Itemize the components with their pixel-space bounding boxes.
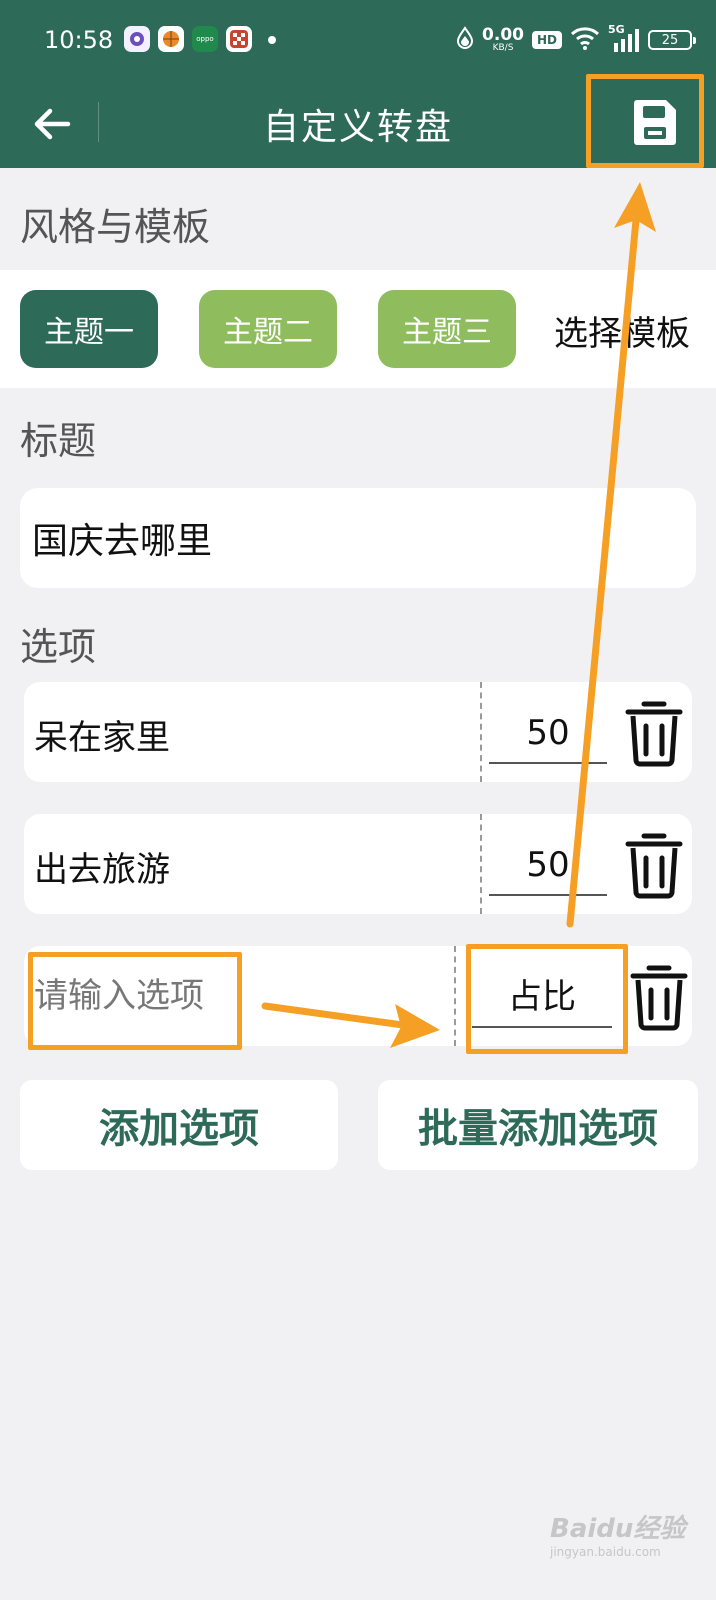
trash-icon — [625, 701, 683, 767]
option-row-divider — [480, 814, 482, 914]
network-speed: 0.00 KB/S — [482, 27, 524, 53]
basketball-app-icon — [158, 26, 184, 52]
option-row-divider — [480, 682, 482, 782]
status-indicators: 0.00 KB/S HD 5G 25 — [456, 22, 696, 58]
theme-selector: 主题一 主题二 主题三 选择模板 — [0, 270, 716, 388]
add-option-button[interactable]: 添加选项 — [20, 1080, 338, 1170]
theme-two-button[interactable]: 主题二 — [199, 290, 337, 368]
status-time: 10:58 — [44, 26, 114, 54]
option-name[interactable]: 呆在家里 — [34, 710, 170, 759]
baidu-jingyan-watermark: Baidu经验 jingyan.baidu.com — [550, 1508, 685, 1559]
option-row-divider — [454, 946, 456, 1046]
battery-indicator: 25 — [648, 30, 696, 50]
select-template-link[interactable]: 选择模板 — [554, 306, 690, 355]
new-option-row — [24, 946, 692, 1046]
theme-three-button[interactable]: 主题三 — [378, 290, 516, 368]
new-option-weight-input[interactable] — [472, 968, 612, 1028]
trash-icon — [625, 833, 683, 899]
delete-option-button[interactable] — [624, 696, 684, 768]
style-section-label: 风格与模板 — [20, 205, 211, 249]
cellular-signal-icon: 5G — [608, 23, 640, 53]
more-notifications-dot — [268, 36, 276, 44]
theme-one-button[interactable]: 主题一 — [20, 290, 158, 368]
trash-icon — [630, 965, 688, 1031]
option-weight-input[interactable] — [489, 704, 607, 764]
oppo-app-icon: oppo — [192, 26, 218, 52]
wifi-icon — [570, 26, 600, 54]
browser-app-icon — [124, 26, 150, 52]
delete-option-button[interactable] — [624, 828, 684, 900]
game-app-icon — [226, 26, 252, 52]
title-input[interactable] — [20, 488, 696, 588]
hd-voice-badge: HD — [531, 31, 562, 49]
options-section-label: 选项 — [20, 625, 97, 669]
title-section-label: 标题 — [20, 419, 97, 463]
app-bar: 自定义转盘 — [0, 80, 716, 168]
page-title: 自定义转盘 — [262, 107, 453, 148]
data-saver-icon — [456, 26, 474, 54]
save-button[interactable] — [630, 96, 680, 148]
watermark-url: jingyan.baidu.com — [550, 1545, 661, 1559]
batch-add-option-button[interactable]: 批量添加选项 — [378, 1080, 698, 1170]
new-option-name-input[interactable] — [34, 966, 434, 1026]
save-floppy-icon — [634, 100, 676, 145]
network-speed-value: 0.00 — [482, 25, 524, 45]
status-bar: 10:58 oppo 0.00 KB/S HD 5G 25 — [0, 0, 716, 80]
option-weight-input[interactable] — [489, 836, 607, 896]
delete-option-button[interactable] — [629, 960, 689, 1032]
watermark-logo: Baidu经验 — [550, 1514, 686, 1544]
network-speed-unit: KB/S — [492, 43, 514, 53]
option-row: 呆在家里 — [24, 682, 692, 782]
option-row: 出去旅游 — [24, 814, 692, 914]
option-name[interactable]: 出去旅游 — [34, 842, 170, 891]
